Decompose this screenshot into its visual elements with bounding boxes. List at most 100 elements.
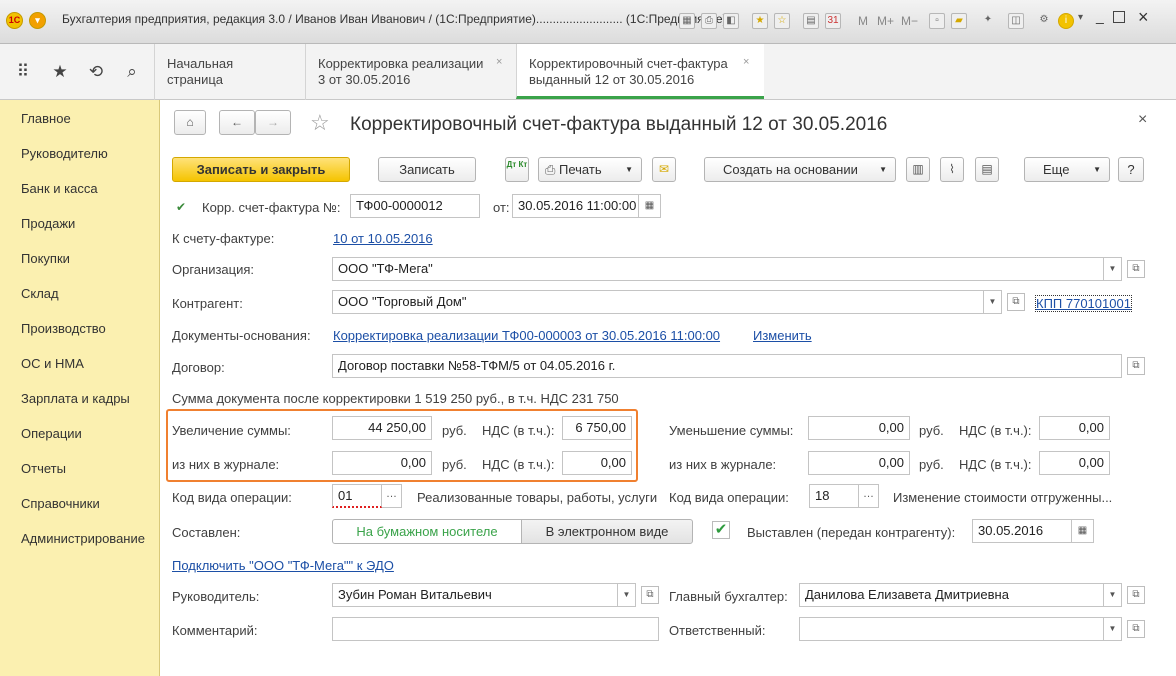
electronic-toggle[interactable]: В электронном виде [521,519,693,544]
print-icon[interactable]: ⎙ [701,13,717,29]
journal-field[interactable]: 0,00 [332,451,432,475]
issued-date-field[interactable]: 30.05.2016 [972,519,1072,543]
contract-field[interactable]: Договор поставки №58-ТФМ/5 от 04.05.2016… [332,354,1122,378]
open-icon[interactable]: ⧉ [1127,357,1145,375]
info-dropdown-icon[interactable]: ▾ [1078,12,1083,23]
close-icon[interactable]: × [743,54,749,70]
dec-journal-field[interactable]: 0,00 [808,451,910,475]
back-icon[interactable]: ← [219,110,255,135]
forward-icon[interactable]: → [255,110,291,135]
apps-grid-icon[interactable]: ⠿ [10,59,36,85]
folder-icon[interactable]: ▰ [951,13,967,29]
favorites-star-icon[interactable]: ★ [47,59,73,85]
op-code-field[interactable]: 01 [332,484,382,508]
decrease-vat-field[interactable]: 0,00 [1039,416,1110,440]
memory-plus-button[interactable]: M+ [877,14,894,28]
dec-journal-vat-field[interactable]: 0,00 [1039,451,1110,475]
sidebar-item-main[interactable]: Главное [21,111,71,126]
main-menu-icon[interactable]: ▾ [29,12,46,29]
issued-checkbox[interactable]: ✔ [712,521,730,539]
kpp-link[interactable]: КПП 770101001 [1035,295,1132,312]
sidebar-item-admin[interactable]: Администрирование [21,531,145,546]
chevron-down-icon[interactable]: ▼ [618,583,636,607]
structure-icon[interactable]: ▤ [975,157,999,182]
increase-vat-field[interactable]: 6 750,00 [562,416,632,440]
organization-field[interactable]: ООО "ТФ-Мега" [332,257,1104,281]
chevron-down-icon[interactable]: ▼ [1104,583,1122,607]
help-button[interactable]: ? [1118,157,1144,182]
save-button[interactable]: Записать [378,157,476,182]
chief-acc-field[interactable]: Данилова Елизавета Дмитриевна [799,583,1104,607]
sidebar-item-assets[interactable]: ОС и НМА [21,356,84,371]
home-icon[interactable]: ⌂ [174,110,206,135]
calendar-picker-icon[interactable]: ▦ [1072,519,1094,543]
close-window-icon[interactable]: × [1138,7,1149,28]
minimize-icon[interactable]: _ [1096,8,1104,24]
increase-field[interactable]: 44 250,00 [332,416,432,440]
dt-kt-icon[interactable]: Дт Кт [505,157,529,182]
sidebar-item-warehouse[interactable]: Склад [21,286,59,301]
open-icon[interactable]: ⧉ [1127,620,1145,638]
head-field[interactable]: Зубин Роман Витальевич [332,583,618,607]
op-code2-field[interactable]: 18 [809,484,859,508]
print-button[interactable]: ⎙ Печать ▼ [538,157,642,182]
pin-icon[interactable]: ✦ [980,13,996,29]
counterparty-field[interactable]: ООО "Торговый Дом" [332,290,984,314]
comment-field[interactable] [332,617,659,641]
more-button[interactable]: Еще ▼ [1024,157,1110,182]
settings-icon[interactable]: ⚙ [1036,13,1052,29]
sidebar-item-production[interactable]: Производство [21,321,106,336]
attachment-icon[interactable]: ⌇ [940,157,964,182]
decrease-field[interactable]: 0,00 [808,416,910,440]
open-icon[interactable]: ⧉ [1007,293,1025,311]
preview-icon[interactable]: ◧ [723,13,739,29]
calendar-picker-icon[interactable]: ▦ [639,194,661,218]
chevron-down-icon[interactable]: ▼ [984,290,1002,314]
panels-icon[interactable]: ◫ [1008,13,1024,29]
sidebar-item-sales[interactable]: Продажи [21,216,75,231]
calendar-icon[interactable]: 31 [825,13,841,29]
number-field[interactable]: ТФ00-0000012 [350,194,480,218]
sidebar-item-reports[interactable]: Отчеты [21,461,66,476]
favorite-star-icon[interactable]: ☆ [310,110,330,136]
tab-correction-invoice[interactable]: Корректировочный счет-фактура выданный 1… [516,44,764,99]
open-icon[interactable]: ⧉ [1127,260,1145,278]
edo-link[interactable]: Подключить "ООО "ТФ-Мега"" к ЭДО [172,558,394,573]
document-icon[interactable]: ▫ [929,13,945,29]
memory-m-button[interactable]: M [858,14,868,28]
basis-change-link[interactable]: Изменить [753,328,812,343]
select-ellipsis-icon[interactable]: … [382,484,402,508]
open-icon[interactable]: ⧉ [1127,586,1145,604]
history-icon[interactable]: ⟲ [83,59,109,85]
memory-minus-button[interactable]: M− [901,14,918,28]
close-icon[interactable]: × [496,54,502,70]
tab-home[interactable]: Начальная страница [154,44,304,100]
open-icon[interactable]: ⧉ [641,586,659,604]
save-icon[interactable]: ▦ [679,13,695,29]
journal-vat-field[interactable]: 0,00 [562,451,632,475]
sidebar-item-manager[interactable]: Руководителю [21,146,108,161]
favorites-icon[interactable]: ☆ [774,13,790,29]
sidebar-item-purchases[interactable]: Покупки [21,251,70,266]
paper-toggle[interactable]: На бумажном носителе [332,519,522,544]
basis-link[interactable]: Корректировка реализации ТФ00-000003 от … [333,328,720,343]
save-close-button[interactable]: Записать и закрыть [172,157,350,182]
search-icon[interactable]: ⌕ [119,59,145,85]
responsible-field[interactable] [799,617,1104,641]
calculator-icon[interactable]: ▤ [803,13,819,29]
date-field[interactable]: 30.05.2016 11:00:00 [512,194,639,218]
select-ellipsis-icon[interactable]: … [859,484,879,508]
tab-correction-sale[interactable]: Корректировка реализации 3 от 30.05.2016… [305,44,515,100]
chevron-down-icon[interactable]: ▼ [1104,617,1122,641]
sidebar-item-bank[interactable]: Банк и касса [21,181,98,196]
sidebar-item-operations[interactable]: Операции [21,426,82,441]
report-icon[interactable]: ▥ [906,157,930,182]
close-form-icon[interactable]: × [1138,111,1147,129]
email-icon[interactable]: ✉ [652,157,676,182]
sidebar-item-directories[interactable]: Справочники [21,496,100,511]
info-icon[interactable]: i [1058,13,1074,29]
sidebar-item-salary[interactable]: Зарплата и кадры [21,391,130,406]
maximize-icon[interactable] [1113,11,1125,23]
create-based-button[interactable]: Создать на основании ▼ [704,157,896,182]
chevron-down-icon[interactable]: ▼ [1104,257,1122,281]
